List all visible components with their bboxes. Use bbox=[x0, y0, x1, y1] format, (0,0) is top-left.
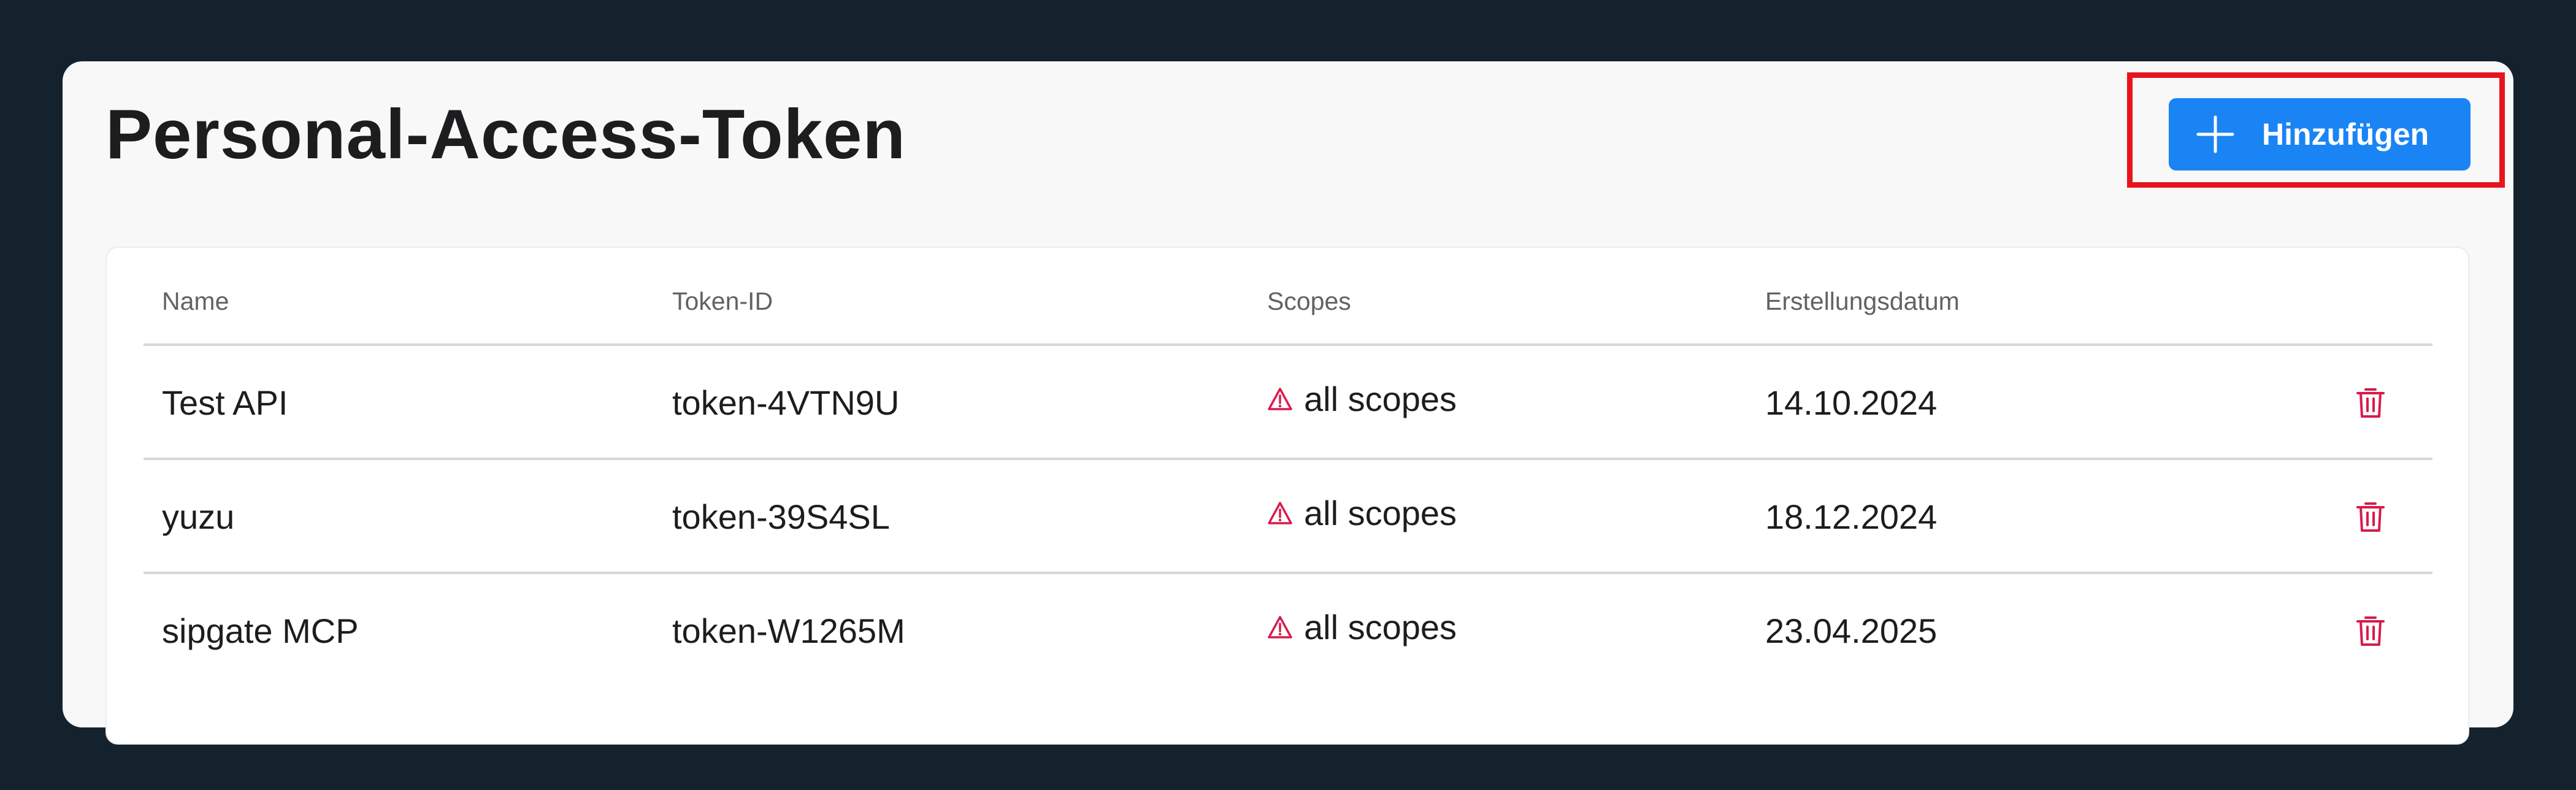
token-created-date: 18.12.2024 bbox=[1765, 497, 1938, 536]
trash-icon bbox=[2356, 616, 2385, 646]
plus-icon bbox=[2196, 115, 2234, 153]
scopes-label: all scopes bbox=[1304, 608, 1457, 646]
table-row: Test API token-4VTN9U all scopes 14.10.2… bbox=[144, 346, 2432, 460]
delete-token-button[interactable] bbox=[2352, 384, 2390, 422]
table-row: yuzu token-39S4SL all scopes 18.12.2024 bbox=[144, 460, 2432, 574]
column-header-name: Name bbox=[162, 287, 229, 315]
token-id: token-39S4SL bbox=[672, 497, 890, 536]
token-name: yuzu bbox=[162, 497, 235, 536]
warning-triangle-icon bbox=[1268, 616, 1292, 639]
token-name: sipgate MCP bbox=[162, 612, 359, 650]
add-token-button[interactable]: Hinzufügen bbox=[2169, 98, 2471, 171]
token-scopes: all scopes bbox=[1267, 379, 1457, 420]
token-table: Name Token-ID Scopes Erstellungsdatum Te… bbox=[105, 247, 2469, 745]
token-scopes: all scopes bbox=[1267, 607, 1457, 648]
personal-access-token-panel: Personal-Access-Token Hinzufügen Name To… bbox=[63, 61, 2513, 745]
table-header-row: Name Token-ID Scopes Erstellungsdatum bbox=[144, 248, 2432, 346]
column-header-created: Erstellungsdatum bbox=[1765, 287, 1960, 315]
page-title: Personal-Access-Token bbox=[105, 96, 907, 174]
column-header-scopes: Scopes bbox=[1267, 287, 1351, 315]
token-id: token-4VTN9U bbox=[672, 383, 900, 422]
table-row: sipgate MCP token-W1265M all scopes 23.0… bbox=[144, 574, 2432, 688]
add-button-label: Hinzufügen bbox=[2262, 117, 2429, 151]
warning-triangle-icon bbox=[1268, 388, 1292, 410]
warning-triangle-icon bbox=[1268, 502, 1292, 524]
token-name: Test API bbox=[162, 383, 288, 422]
delete-token-button[interactable] bbox=[2352, 498, 2390, 536]
column-header-token-id: Token-ID bbox=[672, 287, 773, 315]
scopes-label: all scopes bbox=[1304, 494, 1457, 532]
delete-token-button[interactable] bbox=[2352, 612, 2390, 650]
token-created-date: 23.04.2025 bbox=[1765, 612, 1938, 650]
scopes-label: all scopes bbox=[1304, 380, 1457, 418]
trash-icon bbox=[2356, 502, 2385, 532]
token-created-date: 14.10.2024 bbox=[1765, 383, 1938, 422]
trash-icon bbox=[2356, 388, 2385, 418]
token-id: token-W1265M bbox=[672, 612, 905, 650]
token-scopes: all scopes bbox=[1267, 493, 1457, 534]
